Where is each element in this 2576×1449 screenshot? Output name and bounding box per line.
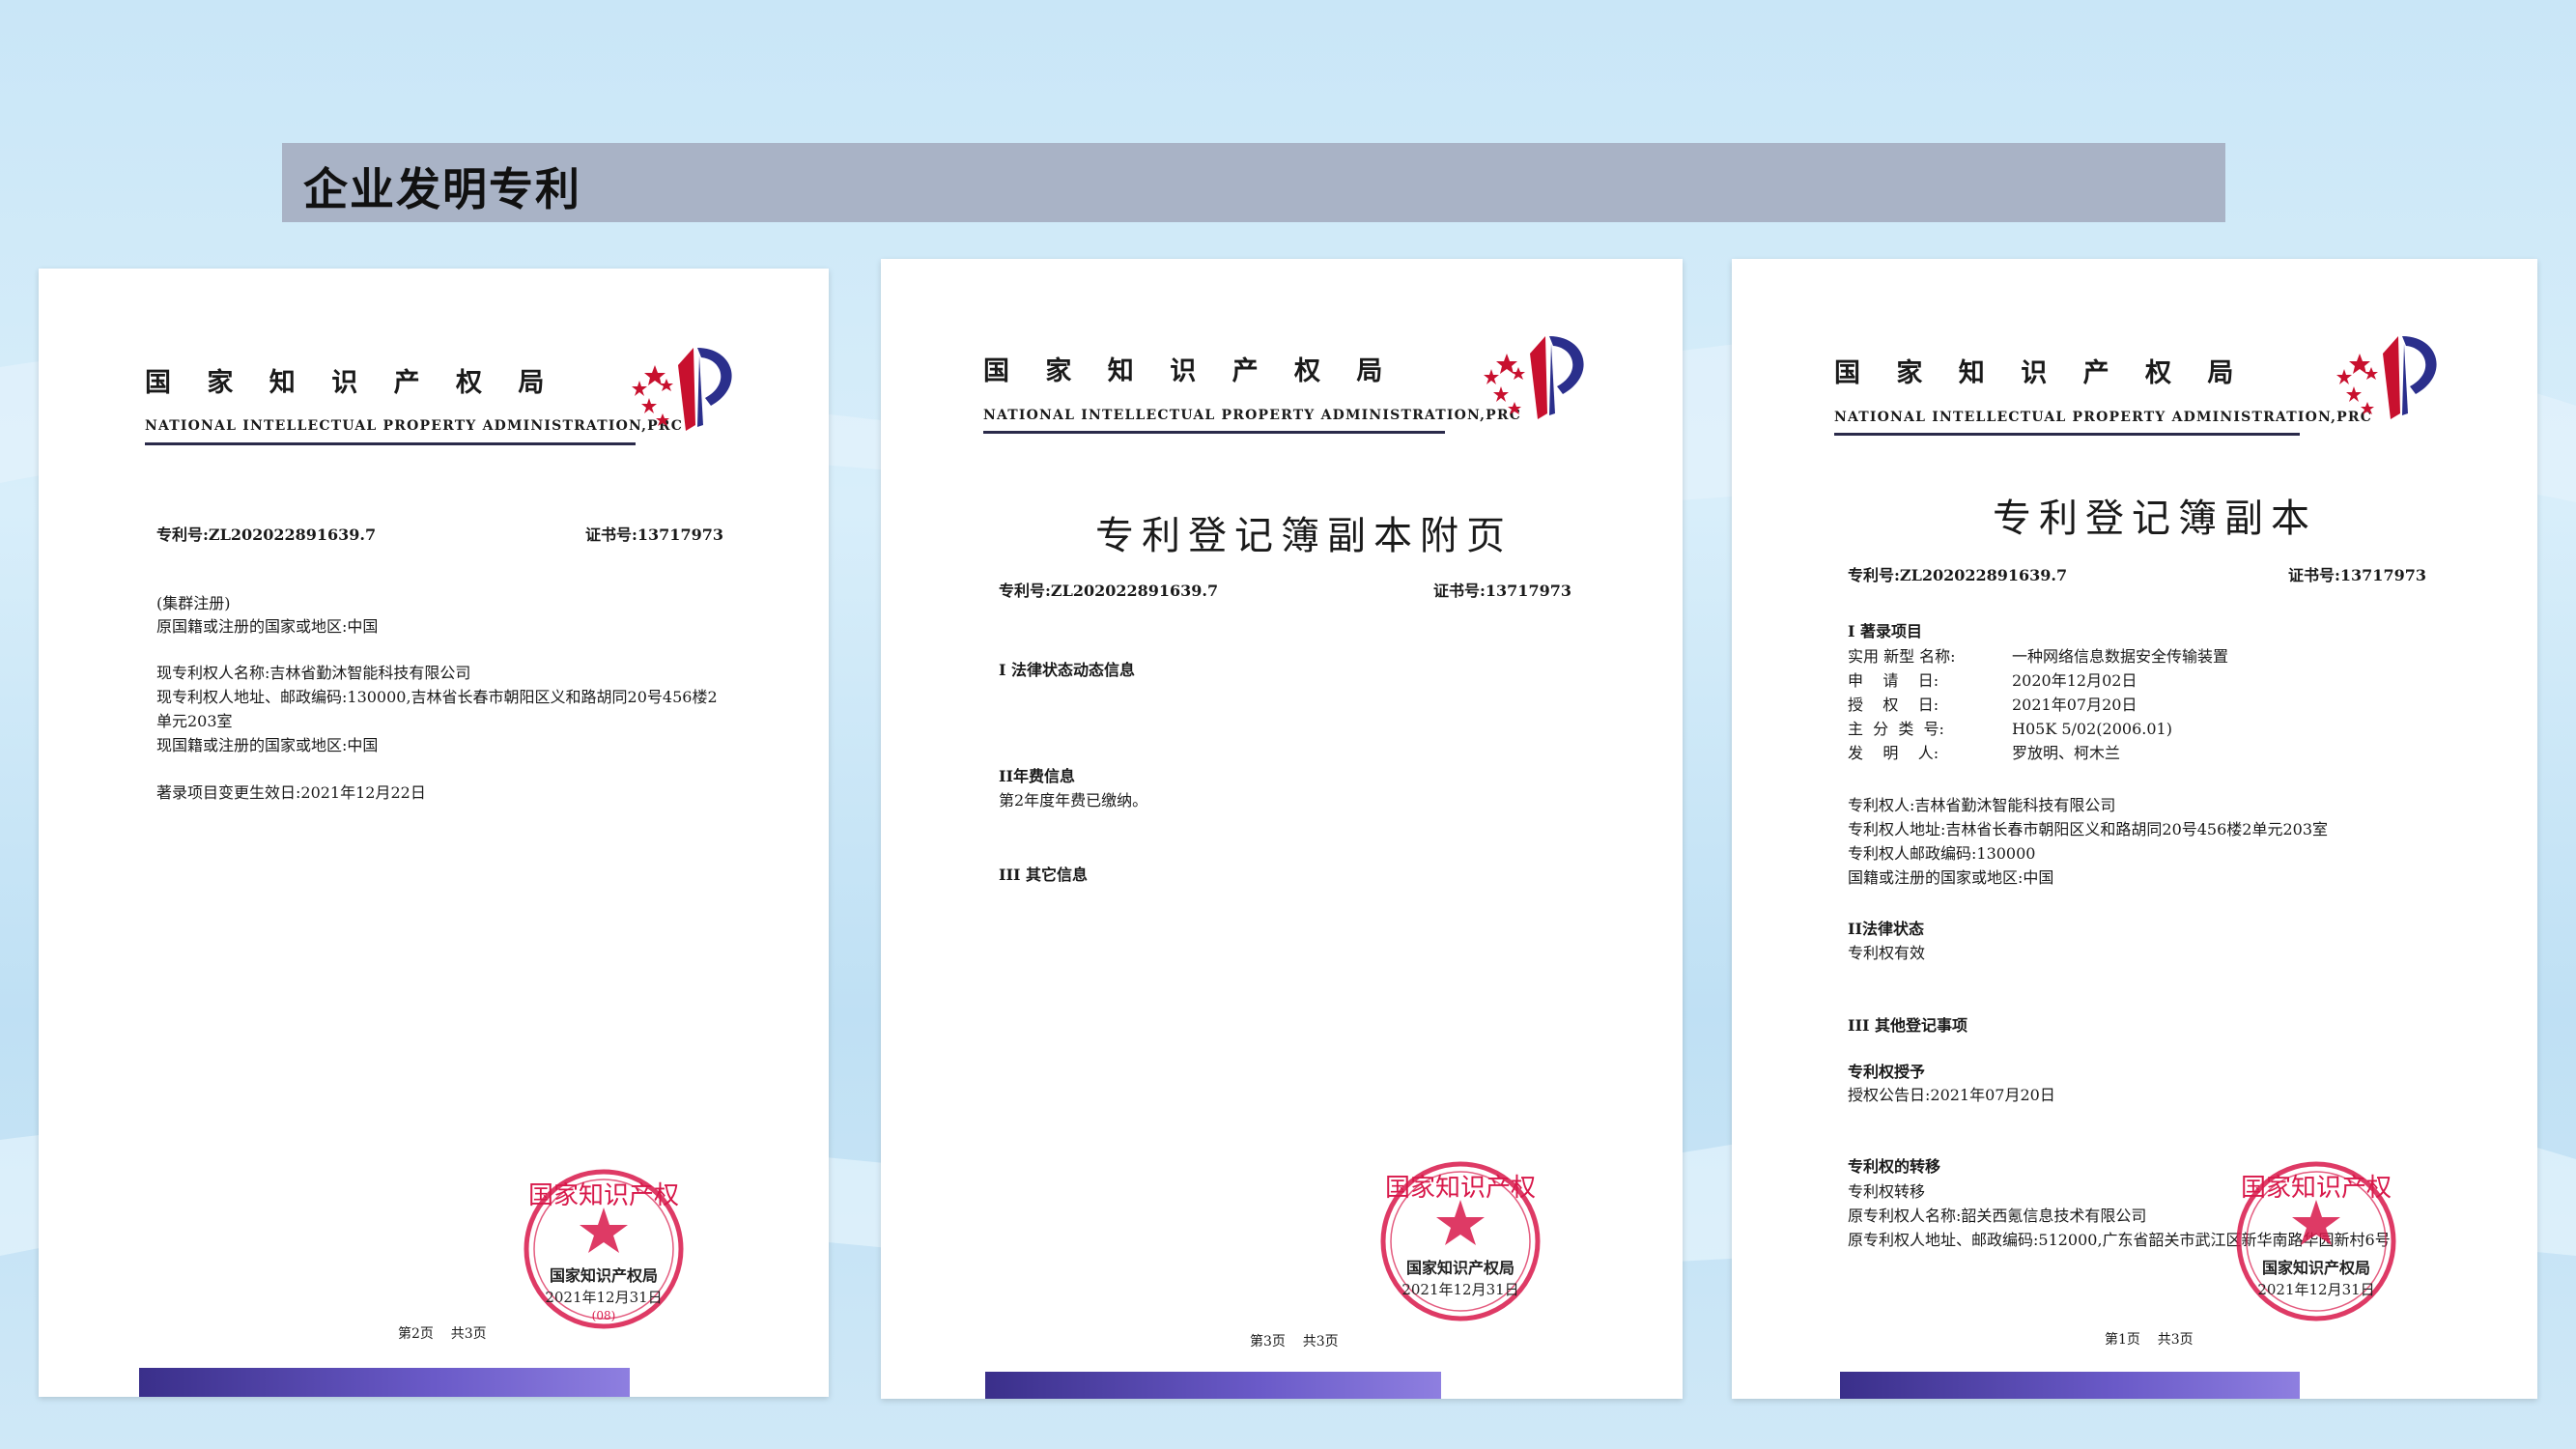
patent-register-copy: 国 家 知 识 产 权 局 NATIONAL INTELLECTUAL PROP… (1732, 259, 2537, 1399)
field-value: 罗放明、柯木兰 (2012, 744, 2121, 762)
field-value: 2021年07月20日 (2012, 696, 2137, 714)
seal-date: 2021年12月31日 (545, 1289, 662, 1306)
field-value: H05K 5/02(2006.01) (2012, 720, 2172, 738)
official-seal-icon: 国家知识产权 国家知识产权局 2021年12月31日 (1380, 1161, 1541, 1321)
text-line: 单元203室 (156, 712, 233, 730)
org-name-cn: 国 家 知 识 产 权 局 (1834, 358, 2248, 388)
seal-date: 2021年12月31日 (1401, 1281, 1518, 1298)
field-key: 授 权 日: (1848, 696, 1939, 714)
field-row: 授 权 日: 2021年07月20日 (1848, 692, 2137, 715)
field-key: 申 请 日: (1848, 671, 1939, 690)
subsection-title: 专利权授予 (1848, 1063, 1926, 1081)
seal-code: (08) (592, 1309, 616, 1322)
page-number: 第1页 共3页 (2105, 1332, 2194, 1348)
patent-number: 专利号:ZL202022891639.7 (156, 526, 377, 544)
section-title: II年费信息 (999, 767, 1075, 785)
section-title: III 其他登记事项 (1848, 1016, 1968, 1035)
section-title: II法律状态 (1848, 920, 1924, 938)
document-heading: 专利登记簿副本附页 (1095, 514, 1513, 558)
cnipa-logo-icon (2336, 336, 2437, 419)
org-name-en: NATIONAL INTELLECTUAL PROPERTY ADMINISTR… (983, 408, 1522, 423)
field-value: 2020年12月02日 (2012, 671, 2137, 690)
patent-number: 专利号:ZL202022891639.7 (999, 582, 1219, 600)
field-row: 实用 新型 名称: 一种网络信息数据安全传输装置 (1848, 643, 2228, 667)
section-title: III 其它信息 (999, 866, 1089, 884)
owner-line: 专利权人地址:吉林省长春市朝阳区义和路胡同20号456楼2单元203室 (1848, 820, 2329, 838)
seal-ring-text: 国家知识产权 (1385, 1174, 1536, 1203)
seal-authority: 国家知识产权局 (550, 1266, 658, 1285)
owner-line: 专利权人邮政编码:130000 (1848, 844, 2036, 863)
certificate-number: 证书号:13717973 (1433, 582, 1571, 600)
field-row: 发 明 人: 罗放明、柯木兰 (1848, 740, 2120, 763)
certificate-number: 证书号:13717973 (2288, 566, 2426, 584)
text-line: 授权公告日:2021年07月20日 (1848, 1086, 2055, 1104)
seal-ring-text: 国家知识产权 (528, 1181, 679, 1210)
seal-authority: 国家知识产权局 (2262, 1259, 2370, 1277)
field-key: 实用 新型 名称: (1848, 647, 1956, 666)
page-number: 第2页 共3页 (398, 1326, 487, 1342)
seal-date: 2021年12月31日 (2257, 1281, 2374, 1298)
subsection-title: 专利权的转移 (1848, 1157, 1941, 1176)
slide-title: 企业发明专利 (303, 163, 581, 215)
owner-line: 专利权人:吉林省勤沐智能科技有限公司 (1848, 796, 2116, 814)
header-rule (145, 442, 636, 445)
cnipa-logo-icon (632, 348, 732, 431)
text-line: 专利权转移 (1848, 1182, 1926, 1201)
text-line: 原国籍或注册的国家或地区:中国 (156, 617, 379, 636)
field-row: 申 请 日: 2020年12月02日 (1848, 668, 2137, 691)
owner-line: 国籍或注册的国家或地区:中国 (1848, 868, 2054, 887)
page-number: 第3页 共3页 (1250, 1334, 1339, 1350)
text-line: 著录项目变更生效日:2021年12月22日 (156, 783, 426, 802)
footer-bar (1840, 1372, 2300, 1399)
text-line: 原专利权人名称:韶关西氪信息技术有限公司 (1848, 1207, 2147, 1225)
footer-bar (139, 1368, 630, 1397)
cnipa-logo-icon (1484, 336, 1584, 419)
patent-number: 专利号:ZL202022891639.7 (1848, 566, 2068, 584)
text-line: 第2年度年费已缴纳。 (999, 791, 1148, 810)
section-title: I 著录项目 (1848, 622, 1923, 640)
section-title: I 法律状态动态信息 (999, 661, 1136, 679)
field-value: 一种网络信息数据安全传输装置 (2012, 647, 2229, 666)
text-line: 专利权有效 (1848, 944, 1926, 962)
header-rule (1834, 433, 2300, 436)
text-line: 现国籍或注册的国家或地区:中国 (156, 736, 379, 754)
org-name-en: NATIONAL INTELLECTUAL PROPERTY ADMINISTR… (145, 418, 684, 434)
footer-bar (985, 1372, 1441, 1399)
field-row: 主 分 类 号: H05K 5/02(2006.01) (1848, 716, 2172, 739)
certificate-number: 证书号:13717973 (585, 526, 723, 544)
document-heading: 专利登记簿副本 (1993, 497, 2317, 541)
official-seal-icon: 国家知识产权 国家知识产权局 2021年12月31日 (2236, 1161, 2396, 1321)
org-name-en: NATIONAL INTELLECTUAL PROPERTY ADMINISTR… (1834, 410, 2373, 425)
patent-register-annex: 国 家 知 识 产 权 局 NATIONAL INTELLECTUAL PROP… (881, 259, 1683, 1399)
field-key: 主 分 类 号: (1848, 720, 1944, 738)
header-rule (983, 431, 1445, 434)
org-name-cn: 国 家 知 识 产 权 局 (983, 356, 1397, 386)
official-seal-icon: 国家知识产权 国家知识产权局 2021年12月31日 (08) (524, 1169, 684, 1329)
text-line: (集群注册) (156, 594, 231, 612)
slide-title-bar: 企业发明专利 (282, 143, 2225, 222)
text-line: 现专利权人名称:吉林省勤沐智能科技有限公司 (156, 664, 471, 682)
org-name-cn: 国 家 知 识 产 权 局 (145, 368, 558, 398)
seal-authority: 国家知识产权局 (1406, 1259, 1514, 1277)
text-line: 现专利权人地址、邮政编码:130000,吉林省长春市朝阳区义和路胡同20号456… (156, 688, 718, 706)
patent-page-2: 国 家 知 识 产 权 局 NATIONAL INTELLECTUAL PROP… (39, 269, 829, 1397)
seal-ring-text: 国家知识产权 (2241, 1174, 2392, 1203)
field-key: 发 明 人: (1848, 744, 1939, 762)
